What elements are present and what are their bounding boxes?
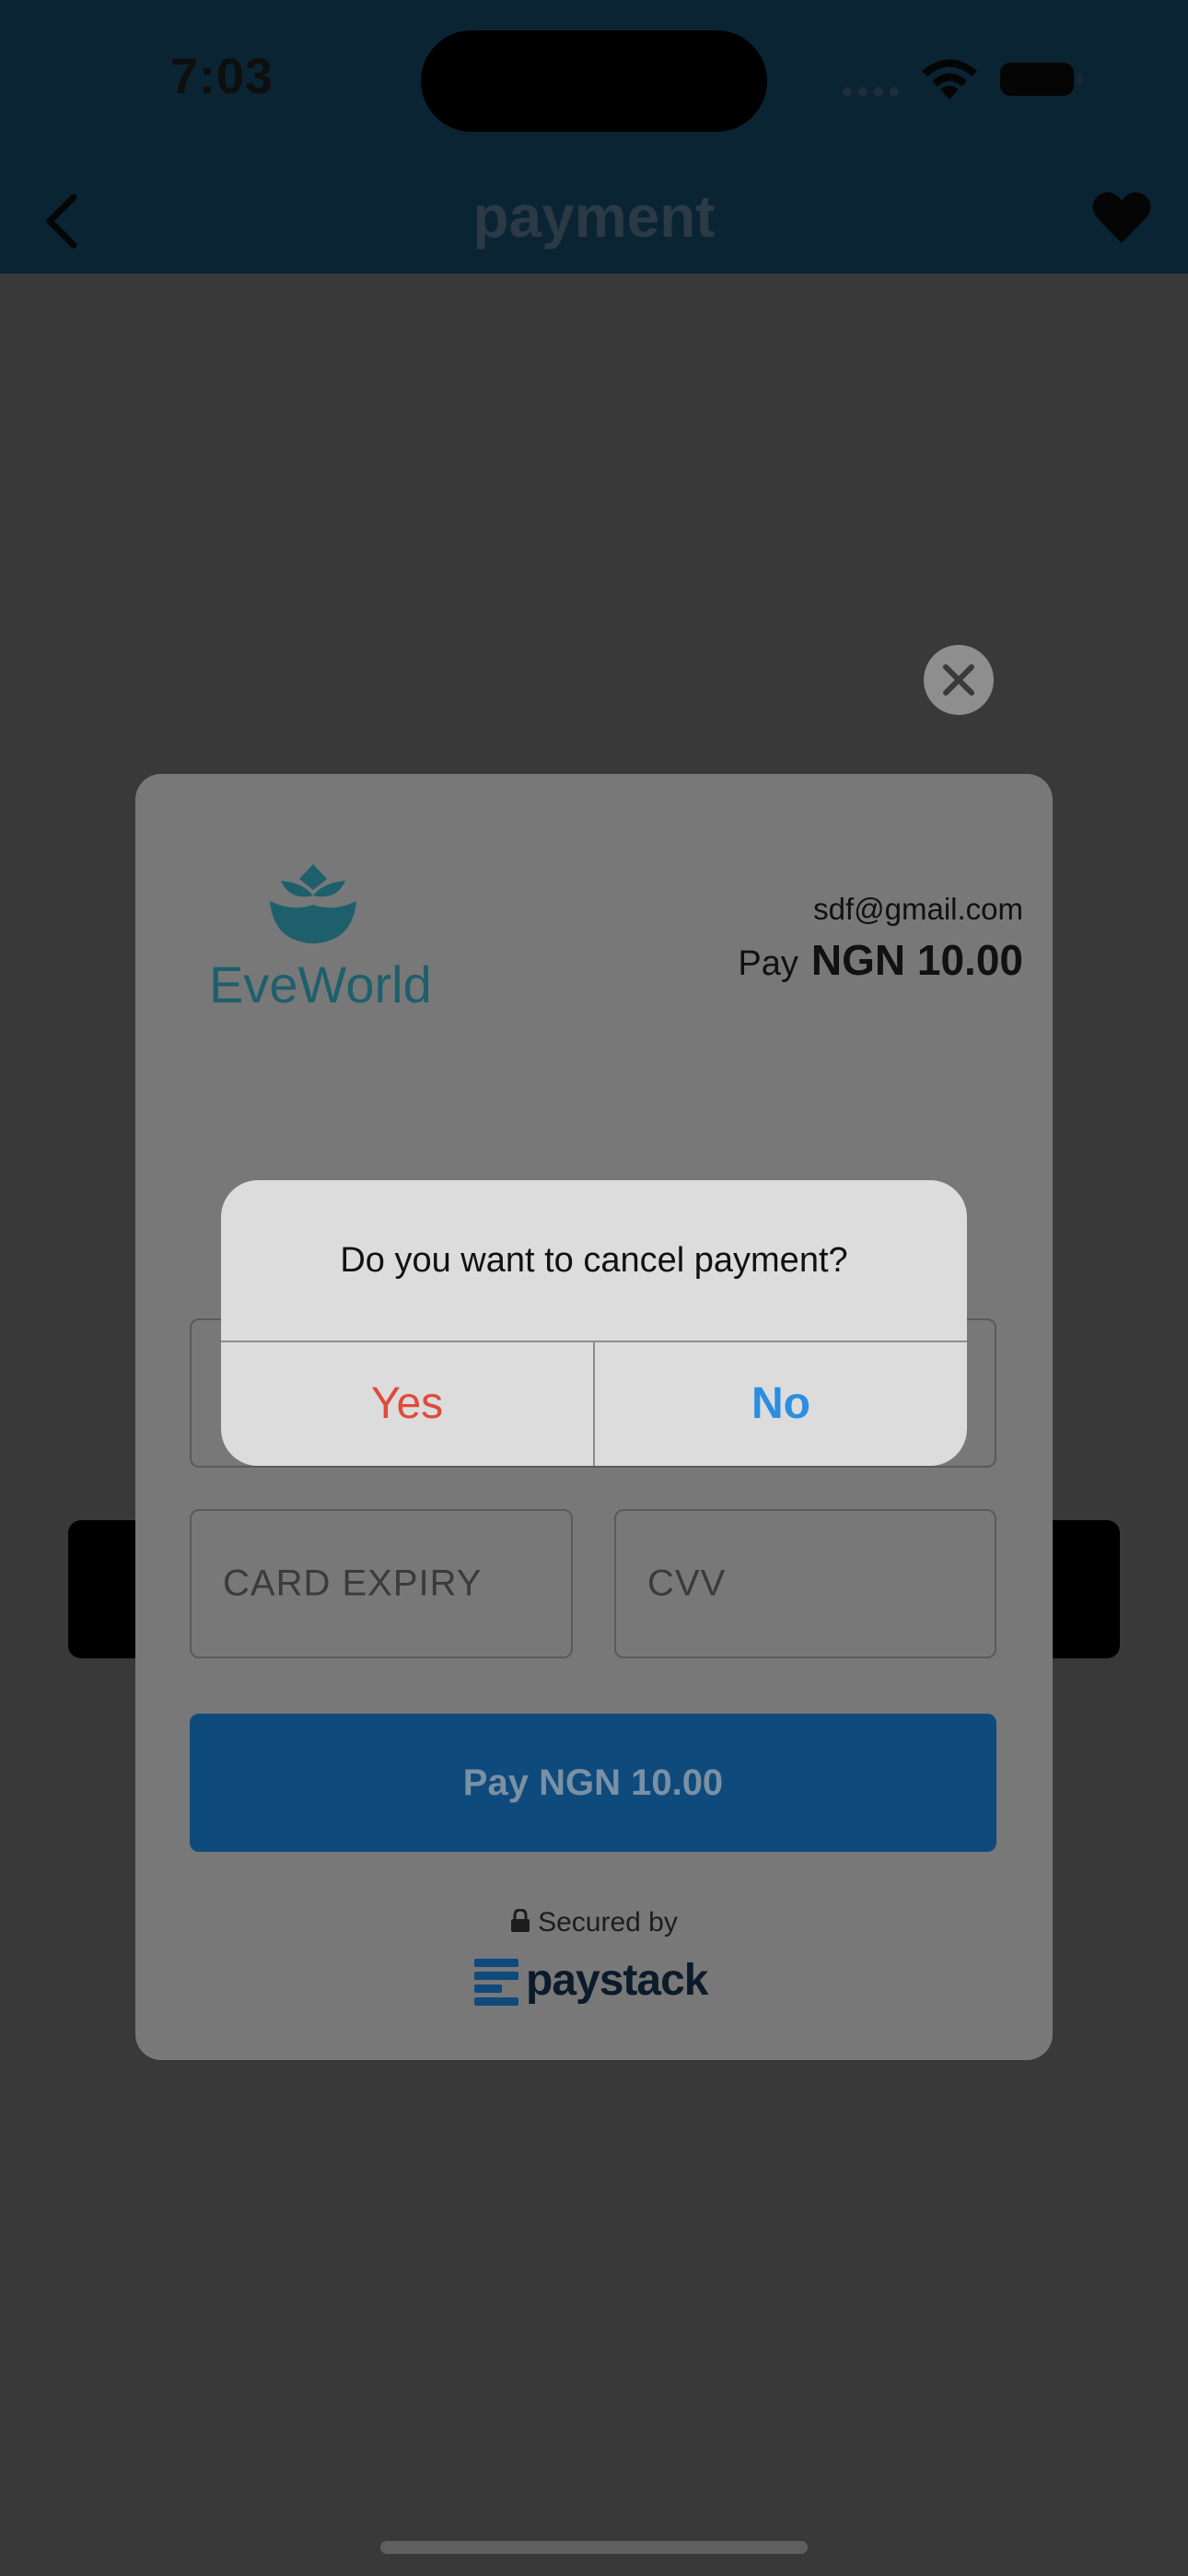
dynamic-island [421, 30, 767, 132]
cancel-payment-dialog: Do you want to cancel payment? Yes No [221, 1180, 967, 1466]
close-button[interactable] [924, 645, 994, 715]
page-title: payment [472, 183, 716, 250]
paystack-mark-icon [474, 1959, 518, 2006]
no-button[interactable]: No [595, 1342, 967, 1466]
dialog-message: Do you want to cancel payment? [340, 1241, 848, 1280]
pay-amount: NGN 10.00 [810, 936, 1023, 984]
wifi-icon [922, 59, 977, 100]
merchant-name: EveWorld [209, 955, 432, 1013]
pay-label: Pay [738, 944, 798, 983]
status-bar: 7:03 [0, 0, 1188, 157]
card-expiry-field[interactable]: CARD EXPIRY [190, 1509, 573, 1658]
lotus-icon [270, 864, 356, 943]
cvv-placeholder: CVV [647, 1563, 727, 1604]
lock-icon [511, 1909, 530, 1932]
nav-bar: payment [0, 157, 1188, 274]
cellular-signal-icon [843, 85, 905, 101]
battery-icon [1000, 63, 1082, 96]
status-time: 7:03 [170, 49, 274, 104]
card-expiry-placeholder: CARD EXPIRY [223, 1563, 483, 1604]
merchant-logo: EveWorld [209, 864, 432, 1016]
heart-icon[interactable] [1091, 190, 1152, 245]
close-icon [943, 664, 974, 696]
secured-by-label: Secured by [538, 1907, 678, 1938]
secured-by: Secured by [135, 1907, 1053, 1938]
yes-button[interactable]: Yes [221, 1342, 593, 1466]
pay-button[interactable]: Pay NGN 10.00 [190, 1714, 996, 1852]
cvv-field[interactable]: CVV [614, 1509, 996, 1658]
amount-summary: Pay NGN 10.00 [738, 935, 1023, 985]
customer-email: sdf@gmail.com [813, 892, 1023, 926]
home-indicator[interactable] [380, 2541, 808, 2554]
paystack-wordmark: paystack [526, 1956, 708, 2005]
